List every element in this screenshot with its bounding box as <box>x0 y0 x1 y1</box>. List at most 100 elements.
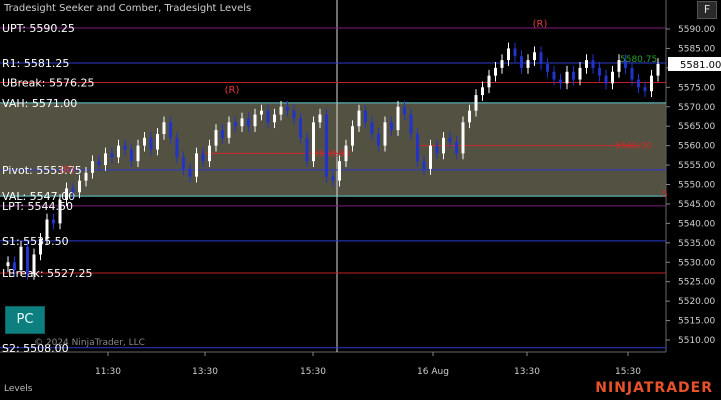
candle-body <box>312 122 315 162</box>
candle-body <box>318 114 322 123</box>
y-tick-label: 5575.00 <box>678 83 715 93</box>
level-label: S1: 5535.50 <box>2 235 69 248</box>
candle-body <box>117 145 120 158</box>
candle-body <box>331 176 335 181</box>
y-tick-label: 5540.00 <box>678 219 715 229</box>
candle-body <box>591 60 595 68</box>
x-tick-label: 15:30 <box>300 367 326 377</box>
candle-body <box>507 48 510 61</box>
y-tick-label: 5565.00 <box>678 122 715 132</box>
tab-levels[interactable]: Levels <box>4 384 32 394</box>
y-tick-label: 5520.00 <box>678 297 715 307</box>
candle-body <box>104 153 107 166</box>
level-label: LPT: 5544.50 <box>2 200 73 213</box>
candle-body <box>351 126 354 146</box>
candle-body <box>13 262 16 271</box>
candle-body <box>292 110 296 119</box>
candle-body <box>585 60 588 68</box>
candle-body <box>169 122 172 138</box>
candle-body <box>650 75 653 92</box>
candle-body <box>65 188 68 201</box>
candle-body <box>494 67 497 76</box>
y-tick-label: 5545.00 <box>678 200 715 210</box>
candle-body <box>357 110 361 127</box>
candle-body <box>416 133 419 162</box>
candle-body <box>182 157 185 169</box>
candle-body <box>123 145 127 150</box>
candle-body <box>227 122 231 138</box>
candle-body <box>403 106 406 115</box>
candle-body <box>377 133 380 146</box>
candle-body <box>448 137 452 142</box>
y-tick-label: 5585.00 <box>678 44 715 54</box>
candle-body <box>195 153 198 177</box>
candle-body <box>52 219 55 224</box>
candle-body <box>260 110 263 115</box>
candle-body <box>130 149 133 162</box>
y-tick-label: 5535.00 <box>678 239 715 249</box>
candle-body <box>71 188 75 193</box>
reversal-marker: (R) <box>60 165 75 176</box>
ninjatrader-logo: NINJATRADER <box>595 380 713 396</box>
candle-body <box>435 145 439 154</box>
candle-body <box>370 122 374 134</box>
candle-body <box>630 67 634 80</box>
candle-body <box>383 122 387 146</box>
chart-title: Tradesight Seeker and Comber, Tradesight… <box>4 3 252 14</box>
y-tick-label: 5530.00 <box>678 258 715 268</box>
candle-body <box>156 133 159 150</box>
candle-body <box>149 137 153 150</box>
candle-body <box>643 87 647 92</box>
y-tick-label: 5560.00 <box>678 142 715 152</box>
candle-body <box>201 153 205 162</box>
y-tick-label: 5555.00 <box>678 161 715 171</box>
candle-body <box>572 71 575 80</box>
last-price-label: 5581.00 <box>680 60 721 71</box>
candle-body <box>234 122 237 127</box>
candle-body <box>325 114 328 177</box>
y-tick-label: 5525.00 <box>678 278 715 288</box>
candle-body <box>338 161 341 181</box>
chart-options-button[interactable]: F <box>697 1 717 19</box>
candle-body <box>611 71 614 84</box>
candle-body <box>58 200 62 224</box>
candle-body <box>84 172 88 181</box>
candle-body <box>559 79 562 84</box>
candle-body <box>305 137 309 162</box>
green-annotation: 5580.75 <box>620 55 657 65</box>
candle-body <box>162 122 166 134</box>
candle-body <box>240 118 244 127</box>
level-label: R1: 5581.25 <box>2 57 69 70</box>
reversal-marker: (R) <box>533 19 548 30</box>
candle-body <box>19 246 23 271</box>
level-label: UPT: 5590.25 <box>2 22 75 35</box>
candle-body <box>552 71 556 80</box>
candle-body <box>26 246 29 274</box>
y-tick-label: 5570.00 <box>678 103 715 113</box>
candle-body <box>247 118 250 127</box>
red-annotation: 5 <box>662 190 668 200</box>
x-tick-label: 13:30 <box>514 367 540 377</box>
candle-body <box>143 137 146 146</box>
pc-button[interactable]: PC <box>5 306 45 334</box>
candle-body <box>299 118 302 138</box>
candle-body <box>175 137 179 158</box>
candle-body <box>598 67 601 76</box>
y-tick-label: 5510.00 <box>678 336 715 346</box>
candle-body <box>461 122 465 154</box>
y-tick-label: 5550.00 <box>678 181 715 191</box>
candle-body <box>91 161 94 173</box>
candle-body <box>422 161 426 169</box>
candle-body <box>578 67 582 80</box>
reversal-marker: (R) <box>225 85 240 96</box>
candle-body <box>344 145 348 162</box>
candle-body <box>520 56 523 68</box>
candle-body <box>279 106 283 115</box>
price-chart[interactable]: UPT: 5590.25 R1: 5581.25 UBreak: 5576.25 VA… <box>0 0 721 400</box>
candle-body <box>656 63 660 76</box>
x-tick-label: 11:30 <box>95 367 121 377</box>
level-label: VAH: 5571.00 <box>2 97 77 110</box>
candle-body <box>253 114 257 127</box>
candle-body <box>221 130 224 138</box>
candle-body <box>500 60 504 68</box>
